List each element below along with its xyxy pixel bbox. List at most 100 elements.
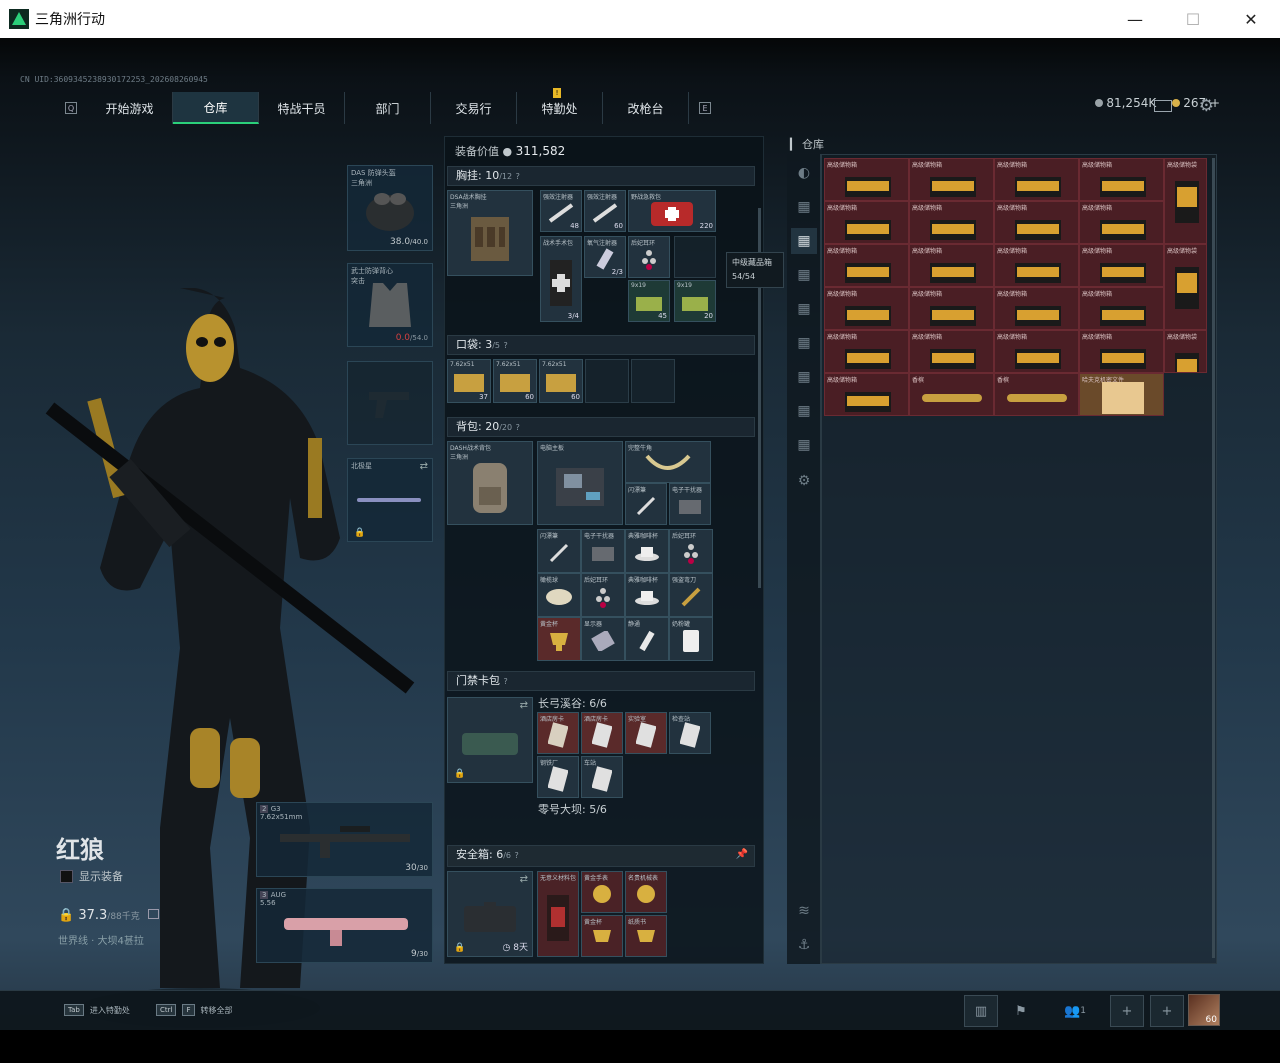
- pocket-empty-slot[interactable]: [585, 359, 629, 403]
- backpack-item-16[interactable]: 奶粉罐: [669, 617, 713, 661]
- warehouse-item-bag[interactable]: 高级储物袋: [1164, 158, 1207, 244]
- flag-icon[interactable]: ⚑: [1004, 995, 1038, 1027]
- settings-gear-icon[interactable]: ⚙: [1199, 96, 1214, 116]
- safebox-item[interactable]: ⇄ 🔒 ◷ 8天: [447, 871, 533, 957]
- tab-department[interactable]: 部门: [345, 92, 431, 124]
- maximize-button[interactable]: ☐: [1164, 0, 1222, 38]
- pocket-item-3[interactable]: 7.62x51 60: [539, 359, 583, 403]
- warehouse-item[interactable]: 香槟: [909, 373, 994, 416]
- warehouse-scrollbar[interactable]: [1212, 158, 1215, 958]
- swap-icon[interactable]: ⇄: [520, 874, 528, 885]
- warehouse-item-bag[interactable]: 高级储物袋: [1164, 330, 1207, 373]
- silver-currency[interactable]: 81,254K: [1095, 96, 1156, 110]
- warehouse-item[interactable]: 高级储物箱: [1079, 158, 1164, 201]
- warehouse-item[interactable]: 高级储物箱: [824, 158, 909, 201]
- chest-rig-item[interactable]: DSA战术胸挂 三角洲: [447, 190, 533, 276]
- chest-item-2[interactable]: 强效注射器 60: [584, 190, 626, 232]
- backpack-item-2[interactable]: 完整牛角: [625, 441, 711, 483]
- pin-icon[interactable]: 📌: [736, 846, 748, 864]
- chest-item-4[interactable]: 战术手术包 3/4: [540, 236, 582, 322]
- hint-transfer-all[interactable]: Ctrl F 转移全部: [156, 1004, 233, 1016]
- primary-weapon-slot[interactable]: 2 G3 7.62x51mm 30/30: [256, 802, 433, 877]
- warehouse-item[interactable]: 高级储物箱: [824, 244, 909, 287]
- chest-item-8[interactable]: 9x19 20: [674, 280, 716, 322]
- helmet-filter-icon[interactable]: ◐: [791, 160, 817, 186]
- storage-tab-icon[interactable]: ▦: [791, 398, 817, 424]
- backpack-item-13[interactable]: 黄金杯: [537, 617, 581, 661]
- backpack-item-1[interactable]: 电脑主板: [537, 441, 623, 525]
- warehouse-item[interactable]: 高级储物箱: [994, 158, 1079, 201]
- backpack-item-4[interactable]: 电子干扰器: [669, 483, 711, 525]
- warehouse-item[interactable]: 高级储物箱: [824, 287, 909, 330]
- warehouse-item[interactable]: 高级储物箱: [824, 373, 909, 416]
- backpack-item-7[interactable]: 典雅咖啡杯: [625, 529, 669, 573]
- chest-item-7[interactable]: 9x19 45: [628, 280, 670, 322]
- warehouse-item[interactable]: 高级储物箱: [994, 201, 1079, 244]
- backpack-item-5[interactable]: 闪漂筆: [537, 529, 581, 573]
- backpack-item-3[interactable]: 闪漂筆: [625, 483, 667, 525]
- warehouse-item[interactable]: 香槟: [994, 373, 1079, 416]
- keycard-4[interactable]: 检查站: [669, 712, 711, 754]
- pocket-empty-slot[interactable]: [631, 359, 675, 403]
- minimize-button[interactable]: —: [1106, 0, 1164, 38]
- warehouse-item[interactable]: 高级储物箱: [909, 287, 994, 330]
- tab-start-game[interactable]: 开始游戏: [87, 92, 173, 124]
- warehouse-item[interactable]: 高级储物箱: [1079, 330, 1164, 373]
- backpack-item-15[interactable]: 静通: [625, 617, 669, 661]
- close-button[interactable]: ✕: [1222, 0, 1280, 38]
- warehouse-settings-icon[interactable]: ⚙: [791, 468, 817, 494]
- warehouse-item[interactable]: 高级储物箱: [994, 287, 1079, 330]
- list-icon[interactable]: [147, 909, 159, 919]
- helmet-slot[interactable]: DAS 防弹头盔 三角洲 38.0/40.0: [347, 165, 433, 251]
- safebox-item-5[interactable]: 纸质书: [625, 915, 667, 957]
- warehouse-item[interactable]: 高级储物箱: [994, 330, 1079, 373]
- player-avatar[interactable]: 60: [1188, 994, 1220, 1026]
- storage-tab-icon[interactable]: ▦: [791, 194, 817, 220]
- swap-icon[interactable]: ⇄: [520, 700, 528, 711]
- show-gear-toggle[interactable]: 显示装备: [60, 868, 123, 884]
- keycard-1[interactable]: 酒店房卡: [537, 712, 579, 754]
- pistol-slot[interactable]: [347, 361, 433, 445]
- checkbox[interactable]: [60, 869, 73, 883]
- chest-item-6[interactable]: 后妃耳环: [628, 236, 670, 278]
- nav-right-key[interactable]: E: [699, 102, 711, 114]
- storage-tab-icon[interactable]: ▦: [791, 296, 817, 322]
- chest-item-3[interactable]: 野战急救包 220: [628, 190, 716, 232]
- chest-empty-slot[interactable]: [674, 236, 716, 278]
- nav-left-key[interactable]: Q: [65, 102, 77, 114]
- warehouse-item[interactable]: 高级储物箱: [1079, 287, 1164, 330]
- warehouse-item[interactable]: 高级储物箱: [824, 201, 909, 244]
- pocket-item-1[interactable]: 7.62x51 37: [447, 359, 491, 403]
- warehouse-item-bag[interactable]: 高级储物袋: [1164, 244, 1207, 330]
- tab-warehouse[interactable]: 仓库: [173, 92, 259, 124]
- backpack-item-6[interactable]: 电子干扰器: [581, 529, 625, 573]
- storage-tab-icon-active[interactable]: ▦: [791, 228, 817, 254]
- mail-icon[interactable]: [1154, 100, 1172, 112]
- safebox-item-2[interactable]: 黄金手表: [581, 871, 623, 913]
- warehouse-item[interactable]: 高级储物箱: [824, 330, 909, 373]
- tab-special-ops[interactable]: ! 特勤处: [517, 88, 603, 124]
- keycard-3[interactable]: 实验室: [625, 712, 667, 754]
- add-party-button[interactable]: +: [1150, 995, 1184, 1027]
- backpack-item-9[interactable]: 橄榄球: [537, 573, 581, 617]
- stats-icon[interactable]: ▥: [964, 995, 998, 1027]
- keycard-5[interactable]: 钢铁厂: [537, 756, 579, 798]
- tab-gunsmith[interactable]: 改枪台: [603, 92, 689, 124]
- warehouse-item[interactable]: 高级储物箱: [1079, 244, 1164, 287]
- melee-slot[interactable]: 北极星 ⇄ 🔒: [347, 458, 433, 542]
- backpack-item[interactable]: DASH战术背包 三角洲: [447, 441, 533, 525]
- hint-special-ops[interactable]: Tab 进入特勤处: [64, 1004, 130, 1016]
- keycase-item[interactable]: ⇄ 🔒: [447, 697, 533, 783]
- chest-item-1[interactable]: 强效注射器 48: [540, 190, 582, 232]
- warehouse-item[interactable]: 高级储物箱: [909, 330, 994, 373]
- backpack-item-11[interactable]: 典雅咖啡杯: [625, 573, 669, 617]
- friends-button[interactable]: 👥 1: [1050, 995, 1100, 1027]
- warehouse-item[interactable]: 高级储物箱: [909, 158, 994, 201]
- armor-slot[interactable]: 武士防弹背心 突击 0.0/54.0: [347, 263, 433, 347]
- tab-operators[interactable]: 特战干员: [259, 92, 345, 124]
- add-party-button[interactable]: +: [1110, 995, 1144, 1027]
- warehouse-item[interactable]: 高级储物箱: [909, 201, 994, 244]
- swap-icon[interactable]: ⇄: [420, 461, 428, 472]
- safebox-item-4[interactable]: 黄金杯: [581, 915, 623, 957]
- tab-market[interactable]: 交易行: [431, 92, 517, 124]
